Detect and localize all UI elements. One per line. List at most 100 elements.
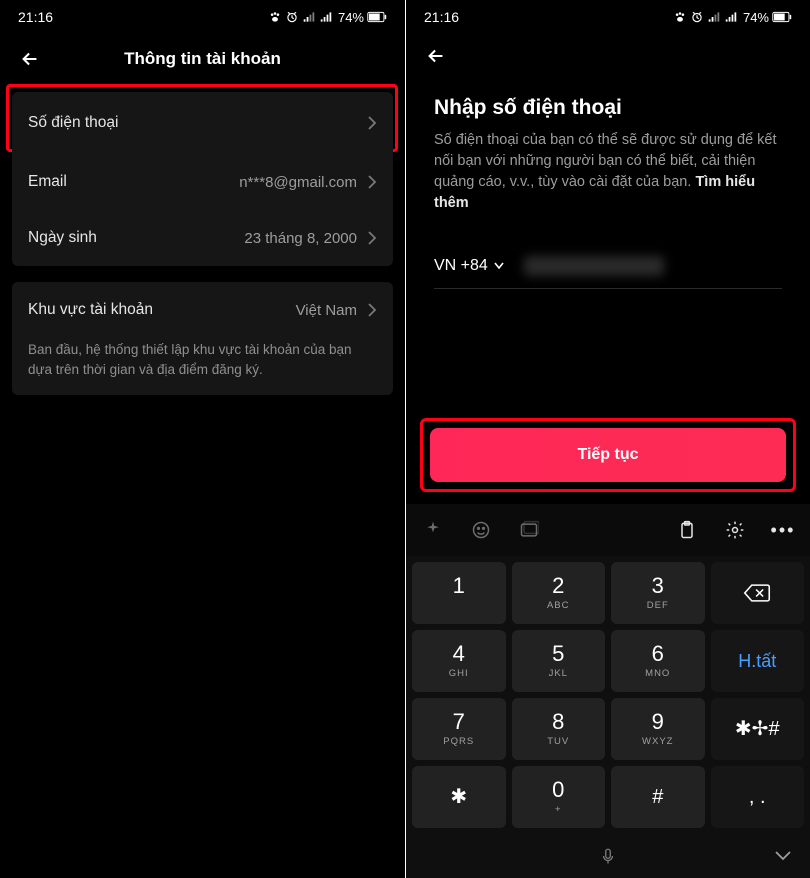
key-sub: TUV: [547, 736, 569, 747]
key-2[interactable]: 2ABC: [512, 562, 606, 624]
row-label: Ngày sinh: [28, 229, 97, 247]
arrow-left-icon: [425, 45, 447, 67]
key-[interactable]: ✱: [412, 766, 506, 828]
phone-input-row: VN +84: [434, 256, 782, 289]
page-title: Thông tin tài khoản: [0, 49, 405, 69]
key-num: 5: [552, 643, 564, 665]
key-3[interactable]: 3 DEF: [611, 562, 705, 624]
row-value-text: 23 tháng 8, 2000: [244, 230, 357, 247]
arrow-left-icon: [19, 48, 41, 70]
clipboard-icon[interactable]: [674, 517, 700, 543]
battery-text: 74%: [743, 10, 769, 25]
signal-2-icon: [724, 10, 738, 24]
numeric-keyboard: 1 2ABC 3 DEF 4 GHI 5 JKL 6MNO H.tất 7 PQRS 8 TUV 9 WXY…: [406, 556, 810, 834]
emoji-icon[interactable]: [468, 517, 494, 543]
key-sub: WXYZ: [642, 736, 673, 747]
status-bar: 21:16 74%: [0, 0, 405, 34]
row-label: Số điện thoại: [28, 114, 119, 132]
key-[interactable]: #: [611, 766, 705, 828]
battery-text: 74%: [338, 10, 364, 25]
key-7[interactable]: 7 PQRS: [412, 698, 506, 760]
cta-label: Tiếp tục: [577, 446, 638, 464]
sparkle-icon[interactable]: [420, 517, 446, 543]
key-label: #: [652, 787, 663, 807]
row-phone[interactable]: Số điện thoại: [12, 92, 393, 154]
country-code-text: VN +84: [434, 257, 488, 275]
key-sub: JKL: [549, 668, 568, 679]
key-label: ✱✢#: [735, 719, 780, 739]
status-bar: 21:16 74%: [406, 0, 810, 34]
chevron-right-icon: [367, 116, 377, 130]
region-note: Ban đầu, hệ thống thiết lập khu vực tài …: [12, 338, 393, 395]
key-[interactable]: , .: [711, 766, 805, 828]
key-[interactable]: ✱✢#: [711, 698, 805, 760]
key-sub: +: [555, 804, 562, 815]
key-label: H.tất: [738, 652, 776, 670]
key-num: 6: [652, 643, 664, 665]
key-num: 4: [453, 643, 465, 665]
key-sub: PQRS: [443, 736, 474, 747]
country-code-select[interactable]: VN +84: [434, 257, 504, 275]
key-num: 1: [453, 575, 465, 597]
key-num: 9: [652, 711, 664, 733]
key-4[interactable]: 4 GHI: [412, 630, 506, 692]
keyboard-collapse-icon[interactable]: [774, 849, 792, 863]
key-5[interactable]: 5 JKL: [512, 630, 606, 692]
row-value-text: Việt Nam: [296, 302, 357, 319]
key-backspace[interactable]: [711, 562, 805, 624]
cta-wrap: Tiếp tục: [406, 418, 810, 492]
paw-icon: [268, 10, 282, 24]
enter-phone-title: Nhập số điện thoại: [434, 96, 782, 120]
status-icons: 74%: [673, 10, 792, 25]
content: Nhập số điện thoại Số điện thoại của bạn…: [406, 78, 810, 289]
chevron-right-icon: [367, 175, 377, 189]
keyboard-bottom: [406, 834, 810, 878]
alarm-icon: [690, 10, 704, 24]
status-icons: 74%: [268, 10, 387, 25]
signal-1-icon: [707, 10, 721, 24]
row-value-text: n***8@gmail.com: [239, 174, 357, 191]
battery-icon: [772, 11, 792, 23]
back-button[interactable]: [418, 38, 454, 74]
key-num: 8: [552, 711, 564, 733]
phone-right: 21:16 74% Nhập số điện thoại Số điện tho…: [405, 0, 810, 878]
row-label: Khu vực tài khoản: [28, 301, 153, 319]
caret-down-icon: [494, 262, 504, 270]
row-dob[interactable]: Ngày sinh 23 tháng 8, 2000: [12, 210, 393, 266]
key-num: 3: [652, 575, 664, 597]
row-region[interactable]: Khu vực tài khoản Việt Nam: [12, 282, 393, 338]
status-time: 21:16: [424, 9, 459, 25]
header: [406, 34, 810, 78]
key-label: ✱: [450, 787, 467, 807]
header: Thông tin tài khoản: [0, 34, 405, 84]
key-6[interactable]: 6MNO: [611, 630, 705, 692]
key-1[interactable]: 1: [412, 562, 506, 624]
back-button[interactable]: [12, 41, 48, 77]
phone-input[interactable]: [524, 256, 664, 276]
chevron-right-icon: [367, 231, 377, 245]
key-num: 0: [552, 779, 564, 801]
key-9[interactable]: 9 WXYZ: [611, 698, 705, 760]
phone-left: 21:16 74% Thông tin tài khoản Số điện th…: [0, 0, 405, 878]
gear-icon[interactable]: [722, 517, 748, 543]
status-time: 21:16: [18, 9, 53, 25]
key-0[interactable]: 0+: [512, 766, 606, 828]
row-email[interactable]: Email n***8@gmail.com: [12, 154, 393, 210]
key-num: 2: [552, 575, 564, 597]
paw-icon: [673, 10, 687, 24]
key-8[interactable]: 8 TUV: [512, 698, 606, 760]
continue-button[interactable]: Tiếp tục: [430, 428, 786, 482]
region-panel: Khu vực tài khoản Việt Nam Ban đầu, hệ t…: [12, 282, 393, 395]
keyboard-toolbar: •••: [406, 504, 810, 556]
row-label: Email: [28, 173, 67, 191]
gif-icon[interactable]: [516, 517, 542, 543]
key-sub: GHI: [449, 668, 469, 679]
chevron-right-icon: [367, 303, 377, 317]
more-icon[interactable]: •••: [770, 517, 796, 543]
key-num: 7: [453, 711, 465, 733]
mic-icon[interactable]: [599, 845, 617, 867]
key-sub: DEF: [647, 600, 669, 611]
key-htt[interactable]: H.tất: [711, 630, 805, 692]
enter-phone-desc: Số điện thoại của bạn có thể sẽ được sử …: [434, 130, 782, 214]
signal-1-icon: [302, 10, 316, 24]
